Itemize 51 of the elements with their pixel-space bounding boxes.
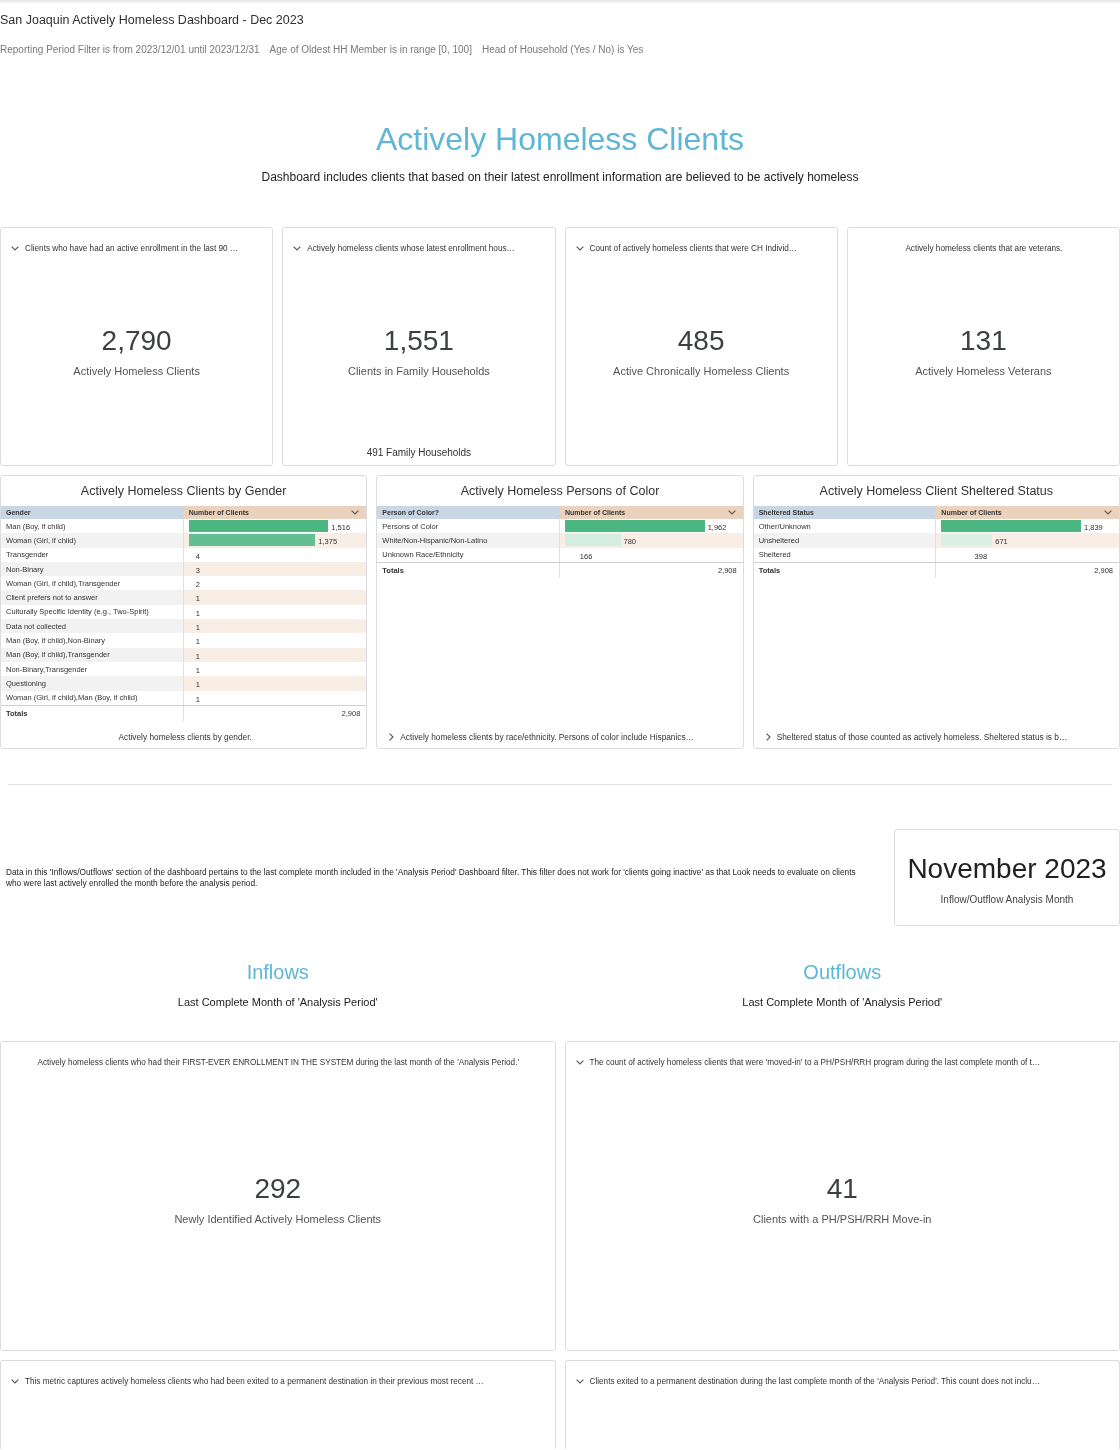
chevron-down-icon[interactable] (1104, 510, 1112, 515)
card-description: The count of actively homeless clients that were 'moved-in' to a PH/PSH/RRH program during the last complete month of t… (589, 1057, 1040, 1068)
chevron-down-icon[interactable] (11, 246, 19, 251)
table-title: Actively Homeless Persons of Color (460, 483, 660, 499)
metric-label: Clients with a PH/PSH/RRH Move-in (753, 1212, 932, 1226)
intro-paragraph: Data in this 'Inflows/Outflows' section of the dashboard pertains to the last complete month included in the 'Analysis Period' Dashboard filter. This filter does not work for 'clients going inactive' as that Look needs to evaluate on clients who were last actively enrolled the month before the analysis period. (5, 866, 857, 889)
card-description: Sheltered status of those counted as actively homeless. Sheltered status is b… (776, 731, 1068, 743)
month-label: Inflow/Outflow Analysis Month (940, 893, 1074, 906)
month-value: November 2023 (907, 853, 1107, 885)
table-title: Actively Homeless Clients by Gender (80, 483, 287, 499)
filter-text: Head of Household (Yes / No) is Yes (481, 43, 644, 56)
chevron-right-icon[interactable] (389, 733, 395, 741)
card-description: Actively homeless clients by race/ethnicity. Persons of color include Hispanics… (400, 731, 694, 743)
metric-value: 292 (254, 1173, 302, 1205)
section-heading: Inflows (246, 960, 309, 984)
card-description: Clients exited to a permanent destination during the last complete month of the 'Analysis Period'. This count does not inclu… (589, 1376, 1040, 1387)
card-description: Actively homeless clients that are veterans. (905, 243, 1063, 254)
card-description: Clients who have had an active enrollment in the last 90 … (25, 243, 238, 254)
table-title: Actively Homeless Client Sheltered Status (819, 483, 1054, 499)
chevron-down-icon[interactable] (575, 246, 584, 251)
chevron-right-icon[interactable] (765, 733, 771, 741)
section-heading: Outflows (803, 960, 882, 984)
metric-label: Newly Identified Actively Homeless Clients (174, 1212, 382, 1226)
card-description: This metric captures actively homeless clients who had been exited to a permanent destination in their previous most recent … (25, 1376, 484, 1387)
metric-value: 2,790 (101, 325, 172, 357)
section-subtitle: Last Complete Month of 'Analysis Period' (742, 995, 943, 1009)
section-subtitle: Dashboard includes clients that based on their latest enrollment information are believed to be actively homeless (261, 169, 859, 185)
metric-label: Active Chronically Homeless Clients (613, 364, 790, 378)
chevron-down-icon[interactable] (293, 246, 302, 251)
metric-footnote: 491 Family Households (366, 446, 472, 459)
metric-label: Actively Homeless Clients (73, 364, 200, 378)
section-heading: Actively Homeless Clients (375, 120, 745, 158)
metric-value: 131 (960, 325, 1007, 357)
filter-text: Reporting Period Filter is from 2023/12/01 until 2023/12/31 (0, 43, 260, 56)
dashboard-title: San Joaquin Actively Homeless Dashboard - Dec 2023 (0, 12, 304, 28)
metric-value: 1,551 (383, 325, 454, 357)
metric-label: Actively Homeless Veterans (915, 364, 1052, 378)
metric-value: 41 (826, 1173, 858, 1205)
chevron-down-icon[interactable] (575, 1060, 584, 1065)
card-description: Count of actively homeless clients that were CH Individ… (589, 243, 797, 254)
chevron-down-icon[interactable] (575, 1379, 584, 1384)
section-subtitle: Last Complete Month of 'Analysis Period' (177, 995, 378, 1009)
chevron-down-icon[interactable] (11, 1379, 19, 1384)
card-description: Actively homeless clients whose latest enrollment hous… (307, 243, 515, 254)
chevron-down-icon[interactable] (351, 510, 360, 515)
filter-text: Age of Oldest HH Member is in range [0, 100] (269, 43, 472, 56)
metric-label: Clients in Family Households (347, 364, 490, 378)
metric-value: 485 (677, 325, 725, 357)
card-description: Actively homeless clients by gender. (118, 731, 252, 743)
chevron-down-icon[interactable] (727, 510, 736, 515)
card-description: Actively homeless clients who had their FIRST-EVER ENROLLMENT IN THE SYSTEM during the last month of the 'Analysis Period.' (37, 1057, 519, 1068)
